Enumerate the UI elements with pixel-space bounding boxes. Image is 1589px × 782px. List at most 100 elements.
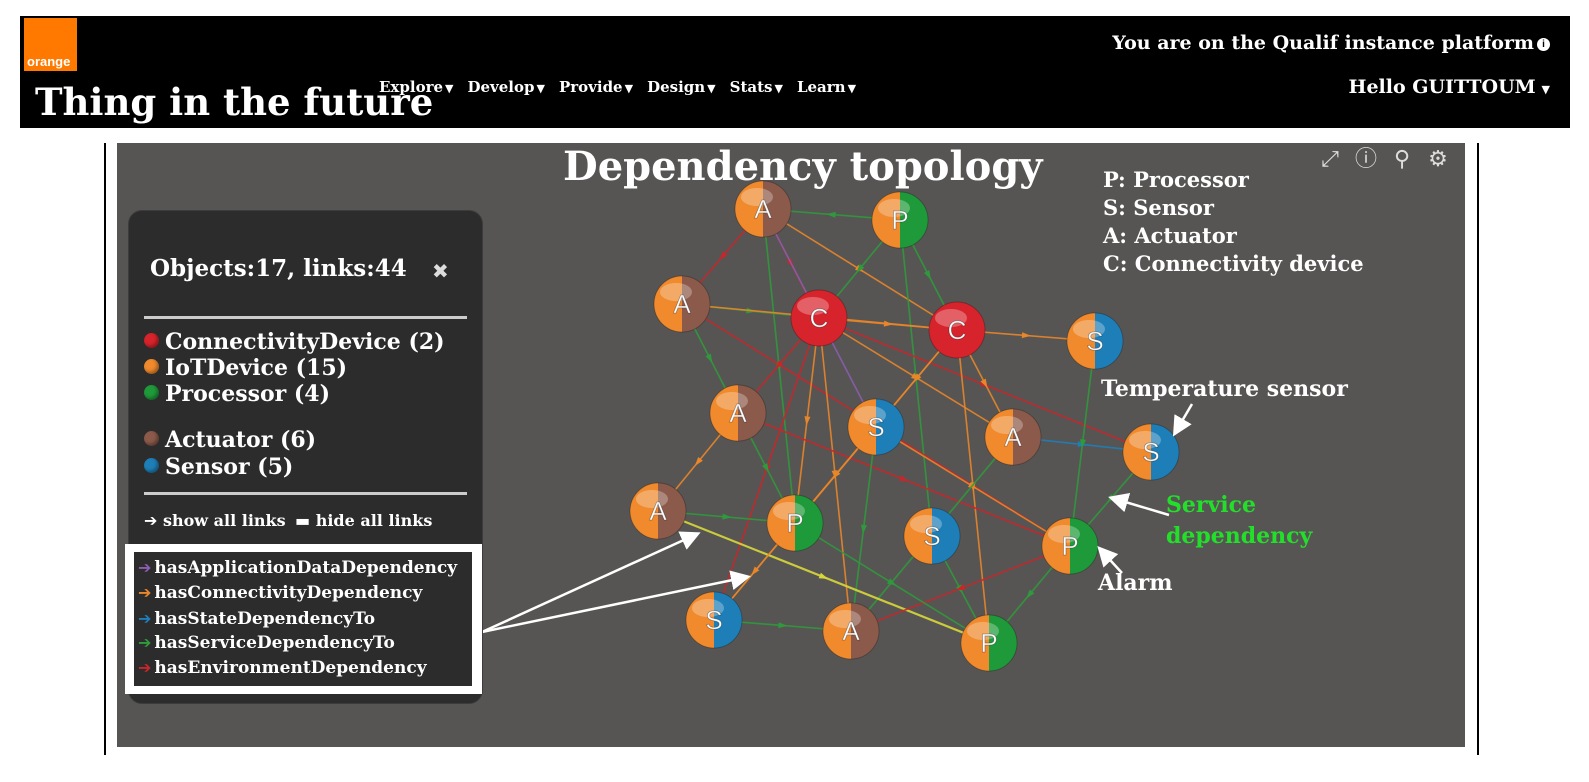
blue-dot-icon: [144, 458, 159, 473]
blue-arrow-icon: ➔: [138, 609, 152, 628]
app-title[interactable]: Thing in the future: [35, 80, 433, 124]
nav-explore[interactable]: Explore ▼: [379, 78, 453, 96]
abbrev-sensor: S: Sensor: [1103, 195, 1214, 220]
search-icon[interactable]: ⚲: [1389, 147, 1415, 173]
caret-down-icon: ▼: [847, 82, 857, 95]
node-actuator[interactable]: A: [822, 602, 880, 660]
legend-sensor[interactable]: Sensor (5): [144, 454, 293, 480]
link-state[interactable]: ➔ hasStateDependencyTo: [138, 609, 375, 629]
link-types-box: ➔ hasApplicationDataDependency ➔ hasConnec…: [125, 544, 482, 694]
legend-actuator[interactable]: Actuator (6): [144, 427, 316, 453]
node-processor[interactable]: P: [960, 614, 1018, 672]
node-label: A: [729, 398, 747, 428]
red-dot-icon: [144, 333, 159, 348]
gear-icon[interactable]: ⚙: [1425, 147, 1451, 173]
edge-arrowhead-icon: [705, 353, 713, 363]
green-dot-icon: [144, 385, 159, 400]
caret-down-icon: ▼: [1537, 83, 1550, 96]
nav-stats[interactable]: Stats ▼: [730, 78, 783, 96]
node-label: A: [842, 616, 860, 646]
object-link-count: Objects:17, links:44: [150, 255, 407, 282]
node-actuator[interactable]: A: [653, 275, 711, 333]
node-sensor[interactable]: S: [1066, 312, 1124, 370]
node-processor[interactable]: P: [871, 191, 929, 249]
node-actuator[interactable]: A: [984, 408, 1042, 466]
frame-right-border: [1477, 143, 1479, 755]
edge-arrowhead-icon: [899, 475, 909, 482]
dash-icon: ▬: [295, 511, 311, 530]
nav-develop[interactable]: Develop ▼: [467, 78, 544, 96]
node-actuator[interactable]: A: [629, 482, 687, 540]
orange-dot-icon: [144, 359, 159, 374]
node-label: C: [948, 315, 967, 345]
abbrev-actuator: A: Actuator: [1103, 223, 1237, 248]
node-label: S: [867, 412, 884, 442]
caret-down-icon: ▼: [624, 82, 634, 95]
purple-arrow-icon: ➔: [138, 558, 152, 577]
link-environment[interactable]: ➔ hasEnvironmentDependency: [138, 658, 427, 678]
edge-arrowhead-icon: [804, 416, 811, 426]
node-sensor[interactable]: S: [847, 398, 905, 456]
divider: [144, 316, 467, 319]
user-menu[interactable]: Hello GUITTOUM ▼: [1349, 76, 1551, 98]
annotation-arrow-icon: [1108, 492, 1170, 517]
node-label: A: [649, 496, 667, 526]
caret-down-icon: ▼: [536, 82, 545, 95]
node-processor[interactable]: P: [766, 494, 824, 552]
orange-logo[interactable]: orange: [24, 18, 77, 71]
legend-iot-device[interactable]: IoTDevice (15): [144, 355, 347, 381]
arrow-right-icon: ➔: [144, 511, 158, 530]
link-connectivity[interactable]: ➔ hasConnectivityDependency: [138, 583, 422, 603]
hide-all-links-button[interactable]: ▬ hide all links: [295, 511, 432, 530]
top-bar: orange Thing in the future Explore ▼ Deve…: [20, 16, 1570, 128]
caret-down-icon: ▼: [445, 82, 454, 95]
red-arrow-icon: ➔: [138, 658, 152, 677]
annotation-service-dependency: Service dependency: [1166, 492, 1313, 549]
graph-title: Dependency topology: [563, 143, 1043, 190]
node-connectivity[interactable]: C: [790, 289, 848, 347]
brown-dot-icon: [144, 431, 159, 446]
legend-processor[interactable]: Processor (4): [144, 381, 330, 407]
node-label: S: [923, 521, 940, 551]
node-label: C: [810, 303, 829, 333]
node-processor[interactable]: P: [1041, 517, 1099, 575]
node-sensor[interactable]: S: [685, 591, 743, 649]
graph-panel: APACCSASASAPSPSAP Dependency topology ⤢ …: [117, 143, 1465, 747]
logo-text: orange: [27, 54, 71, 69]
node-label: P: [891, 205, 908, 235]
link-application-data[interactable]: ➔ hasApplicationDataDependency: [138, 558, 457, 578]
close-icon[interactable]: ✖: [432, 259, 449, 283]
legend-connectivity-device[interactable]: ConnectivityDevice (2): [144, 329, 445, 355]
node-label: P: [980, 628, 997, 658]
link-types-list: ➔ hasApplicationDataDependency ➔ hasConnec…: [134, 552, 472, 686]
node-connectivity[interactable]: C: [928, 301, 986, 359]
main-nav: Explore ▼ Develop ▼ Provide ▼ Design ▼ Stats…: [379, 78, 870, 96]
frame-left-border: [104, 143, 106, 755]
node-actuator[interactable]: A: [709, 384, 767, 442]
abbrev-processor: P: Processor: [1103, 167, 1249, 192]
node-label: A: [1004, 422, 1022, 452]
node-label: S: [1142, 437, 1159, 467]
annotation-arrow-icon: [1172, 403, 1194, 437]
platform-notice: You are on the Qualif instance platform i: [1112, 32, 1550, 54]
annotation-arrow-icon: [481, 531, 701, 634]
divider: [144, 492, 467, 495]
caret-down-icon: ▼: [774, 82, 783, 95]
nav-provide[interactable]: Provide ▼: [559, 78, 633, 96]
node-label: A: [754, 194, 772, 224]
abbreviation-key: P: Processor S: Sensor A: Actuator C: Co…: [1103, 166, 1364, 278]
abbrev-connectivity: C: Connectivity device: [1103, 251, 1364, 276]
edge-arrowhead-icon: [861, 524, 867, 534]
caret-down-icon: ▼: [707, 82, 716, 95]
annotation-alarm: Alarm: [1098, 570, 1173, 596]
nav-design[interactable]: Design ▼: [647, 78, 716, 96]
show-all-links-button[interactable]: ➔ show all links: [144, 511, 286, 530]
node-sensor[interactable]: S: [903, 507, 961, 565]
info-icon[interactable]: i: [1537, 37, 1550, 51]
edge-arrowhead-icon: [818, 572, 829, 579]
node-sensor[interactable]: S: [1122, 423, 1180, 481]
link-service[interactable]: ➔ hasServiceDependencyTo: [138, 633, 395, 653]
node-label: P: [1061, 531, 1078, 561]
node-label: A: [673, 289, 691, 319]
nav-learn[interactable]: Learn ▼: [797, 78, 856, 96]
